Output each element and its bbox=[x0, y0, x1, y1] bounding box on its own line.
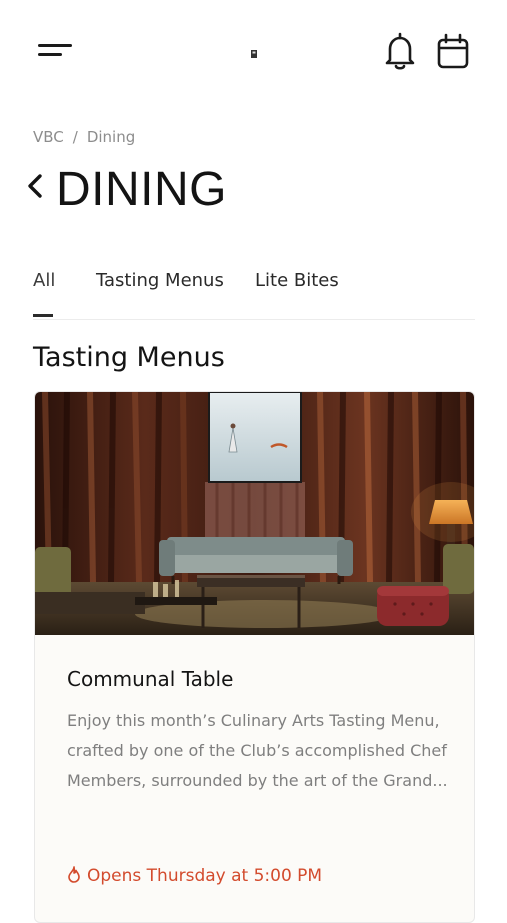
card-description-line: Members, surrounded by the art of the Gr… bbox=[67, 771, 448, 790]
tab-tasting-menus[interactable]: Tasting Menus bbox=[96, 270, 224, 291]
club-logo-icon bbox=[251, 50, 257, 58]
calendar-icon[interactable] bbox=[434, 32, 472, 72]
breadcrumb: VBC / Dining bbox=[33, 128, 135, 146]
card-title: Communal Table bbox=[67, 667, 234, 691]
breadcrumb-separator: / bbox=[72, 128, 78, 146]
card-description-line: Enjoy this month’s Culinary Arts Tasting… bbox=[67, 711, 440, 730]
status-badge: Opens Thursday at 5:00 PM bbox=[67, 866, 322, 886]
breadcrumb-current: Dining bbox=[86, 128, 136, 146]
dining-card[interactable]: Communal Table Enjoy this month’s Culina… bbox=[34, 391, 475, 923]
section-title: Tasting Menus bbox=[33, 342, 225, 373]
status-text: Opens Thursday at 5:00 PM bbox=[87, 866, 323, 886]
flame-icon bbox=[68, 866, 80, 883]
chevron-left-icon[interactable] bbox=[24, 170, 50, 204]
category-tabs: All Tasting Menus Lite Bites bbox=[33, 268, 475, 320]
tab-all[interactable]: All bbox=[33, 270, 55, 291]
notification-bell-icon[interactable] bbox=[382, 32, 418, 72]
breadcrumb-root-link[interactable]: VBC bbox=[33, 128, 64, 146]
page-title: DINING bbox=[56, 163, 227, 216]
card-description: Enjoy this month’s Culinary Arts Tasting… bbox=[67, 706, 457, 796]
active-tab-indicator bbox=[33, 314, 53, 317]
card-image bbox=[35, 392, 474, 635]
card-description-line: crafted by one of the Club’s accomplishe… bbox=[67, 741, 447, 760]
menu-button[interactable] bbox=[34, 36, 78, 68]
tab-lite-bites[interactable]: Lite Bites bbox=[255, 270, 339, 291]
top-bar bbox=[0, 0, 507, 100]
